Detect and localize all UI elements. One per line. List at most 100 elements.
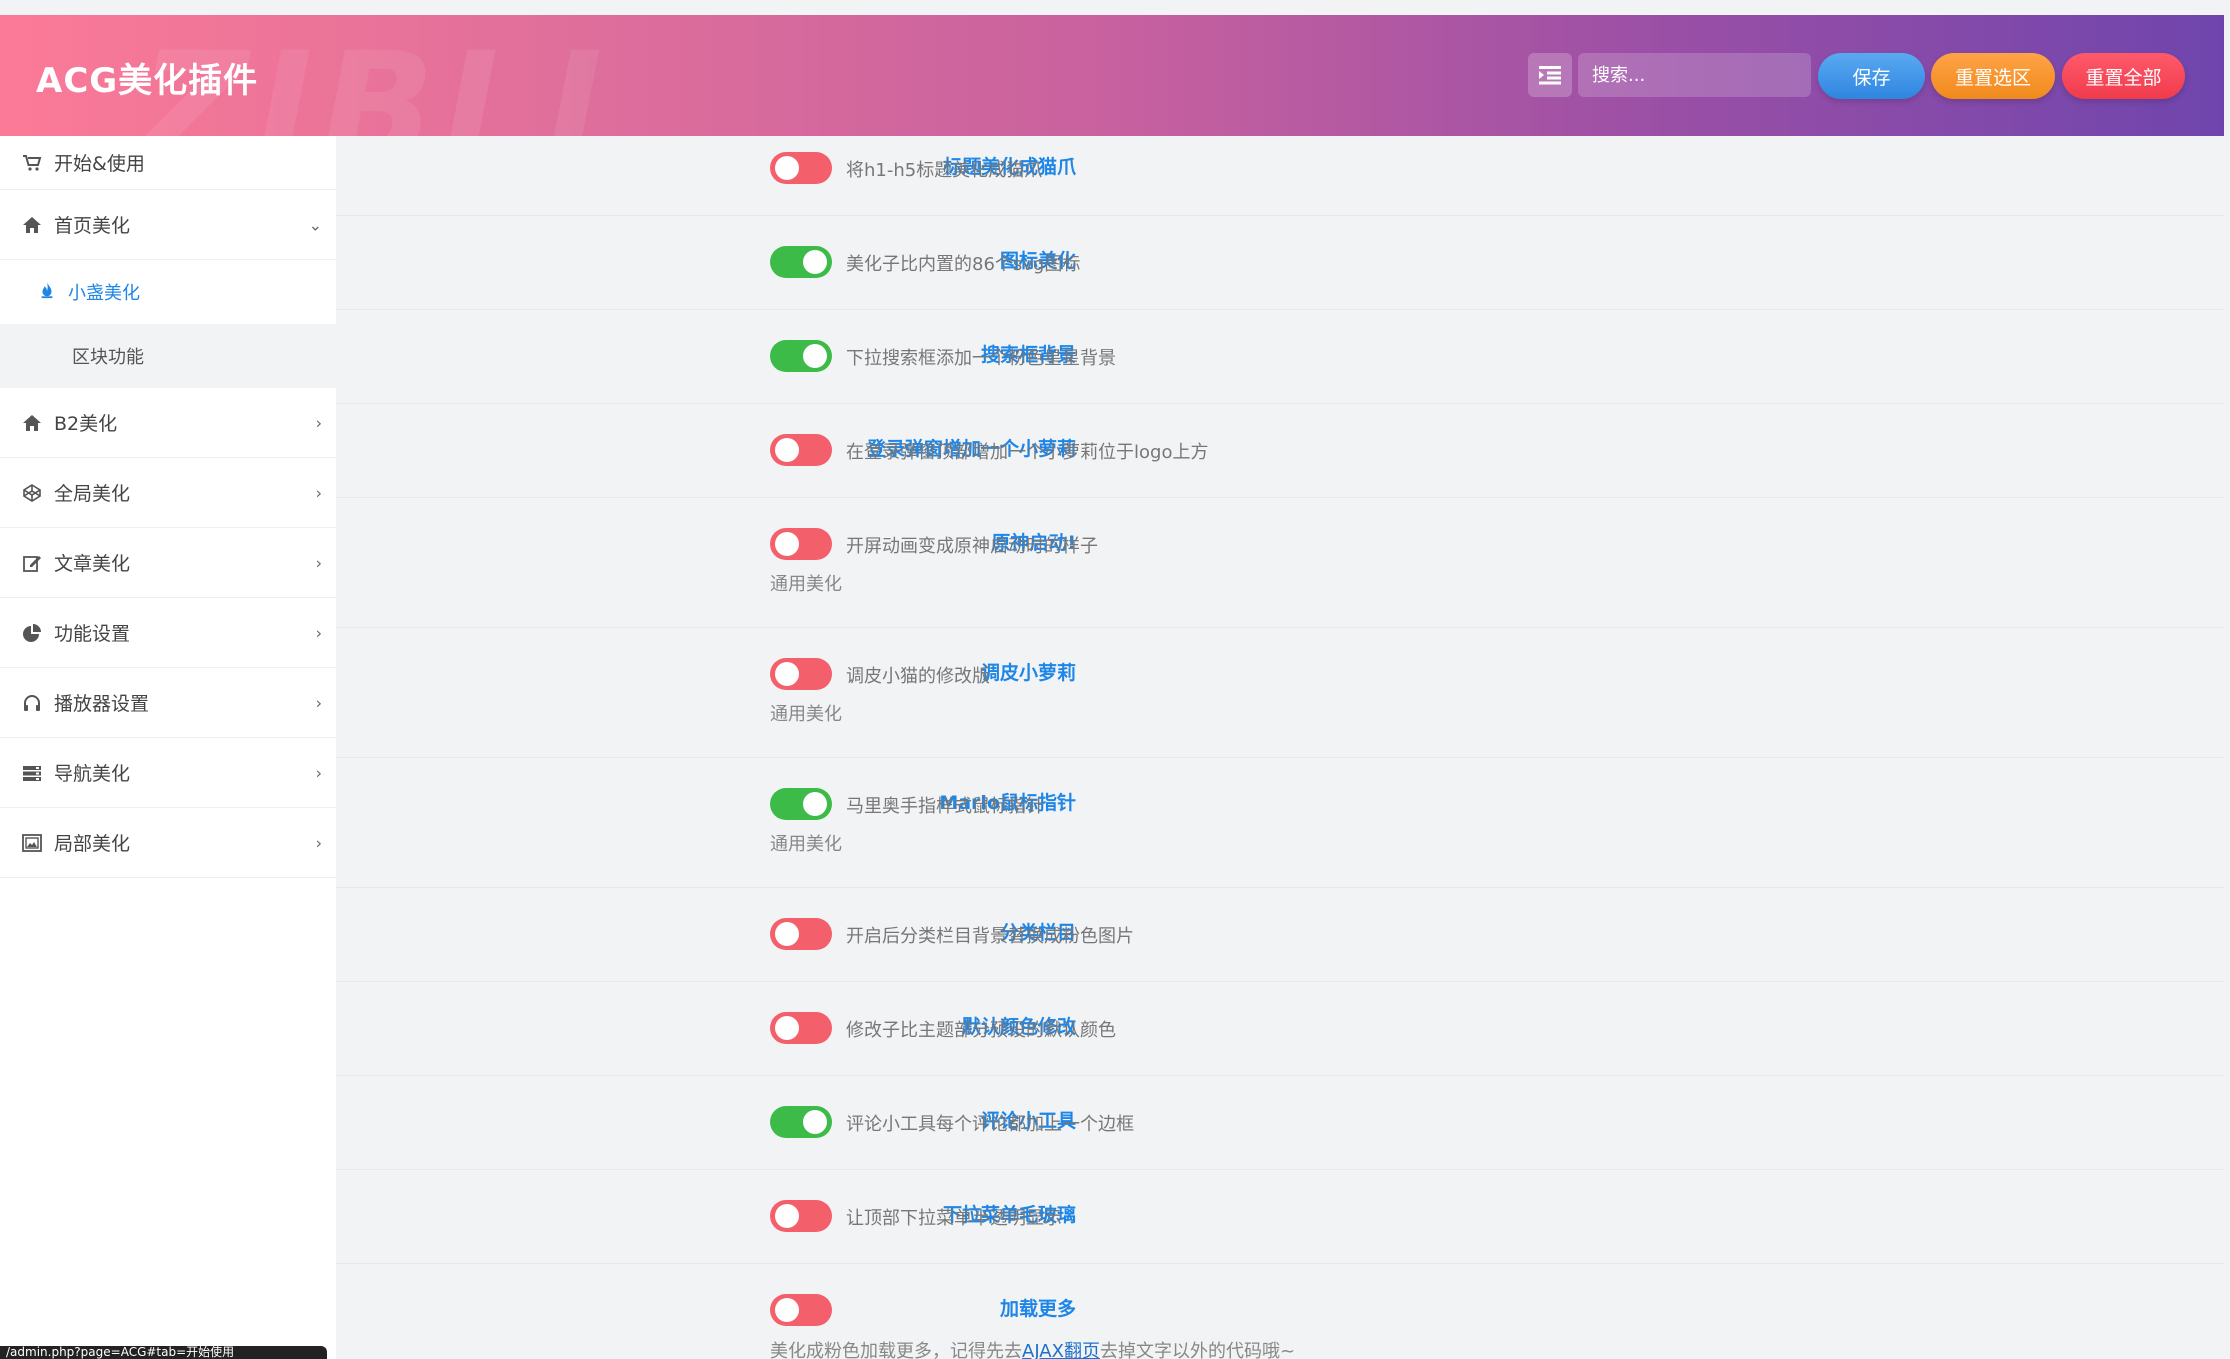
toggle-knob	[775, 922, 799, 946]
headphones-icon	[22, 693, 42, 713]
chevron-right-icon: ›	[315, 763, 322, 782]
sidebar-item-label: 全局美化	[54, 483, 131, 505]
image-frame-icon	[22, 833, 42, 853]
toggle-knob	[803, 792, 827, 816]
browser-status-bar: /admin.php?page=ACG#tab=开始使用	[0, 1346, 327, 1359]
save-button[interactable]: 保存	[1818, 53, 1925, 99]
setting-row: 评论小工具 评论小工具每个评论都加上一个边框	[336, 1076, 2224, 1170]
setting-row: Mario鼠标指针 马里奥手指样式鼠标指针 通用美化	[336, 758, 2224, 888]
pie-chart-icon	[22, 623, 42, 643]
toggle-knob	[775, 532, 799, 556]
sidebar-subitem-block[interactable]: 区块功能	[0, 324, 336, 388]
sidebar-item-nav[interactable]: 导航美化 ›	[0, 738, 336, 808]
toggle-knob	[775, 1016, 799, 1040]
setting-subtext: 通用美化	[770, 574, 842, 595]
setting-desc: 开启后分类栏目背景替换成粉色图片	[846, 926, 1134, 947]
app-header: ZIBLL ACG美化插件 保存 重置选区 重置全部	[0, 15, 2224, 136]
toggle-knob	[775, 438, 799, 462]
sidebar-item-partial[interactable]: 局部美化 ›	[0, 808, 336, 878]
setting-desc: 调皮小猫的修改版	[846, 666, 990, 687]
sidebar: 开始&使用 首页美化 ⌄ 小盏美化 区块功能 B2美化 › 全局美化 › 文章美…	[0, 136, 336, 1359]
setting-row: 下拉菜单毛玻璃 让顶部下拉菜单半透明显示	[336, 1170, 2224, 1264]
sidebar-subitem-xiaozhan[interactable]: 小盏美化	[0, 260, 336, 324]
home-icon	[22, 215, 42, 235]
browser-top-strip	[0, 0, 2230, 15]
setting-row: 图标美化 美化子比内置的86个svg图标	[336, 216, 2224, 310]
list-indent-icon	[1539, 66, 1561, 85]
brand-title: ACG美化插件	[36, 61, 259, 101]
setting-desc: 让顶部下拉菜单半透明显示	[846, 1208, 1062, 1229]
setting-row: 原神启动! 开屏动画变成原神启动时的样子 通用美化	[336, 498, 2224, 628]
sidebar-item-label: 播放器设置	[54, 693, 150, 715]
setting-desc: 马里奥手指样式鼠标指针	[846, 796, 1044, 817]
reset-section-button[interactable]: 重置选区	[1931, 53, 2055, 99]
search-input[interactable]	[1578, 53, 1811, 97]
chevron-right-icon: ›	[315, 483, 322, 502]
sidebar-item-features[interactable]: 功能设置 ›	[0, 598, 336, 668]
setting-desc: 美化子比内置的86个svg图标	[846, 254, 1081, 275]
toggle-knob	[775, 1204, 799, 1228]
toggle-knob	[775, 662, 799, 686]
setting-desc: 修改子比主题部分预设的默认颜色	[846, 1020, 1116, 1041]
setting-row: 登录弹窗增加一个小萝莉 在登录弹窗顶部增加一个小萝莉位于logo上方	[336, 404, 2224, 498]
setting-desc: 将h1-h5标题美化成猫爪	[846, 160, 1043, 181]
toggle-knob	[803, 344, 827, 368]
setting-row: 搜索框背景 下拉搜索框添加一个粉色星星背景	[336, 310, 2224, 404]
setting-desc: 评论小工具每个评论都加上一个边框	[846, 1114, 1134, 1135]
codepen-icon	[22, 483, 42, 503]
setting-subtext: 通用美化	[770, 704, 842, 725]
sidebar-item-global[interactable]: 全局美化 ›	[0, 458, 336, 528]
chevron-down-icon: ⌄	[308, 215, 322, 234]
toggle-switch[interactable]	[770, 1294, 832, 1326]
toggle-switch[interactable]	[770, 788, 832, 820]
sidebar-item-label: 导航美化	[54, 763, 131, 785]
setting-label: 调皮小萝莉	[980, 662, 1076, 684]
home-icon	[22, 413, 42, 433]
setting-subtext: 美化成粉色加载更多，记得先去AJAX翻页去掉文字以外的代码哦~	[770, 1337, 1295, 1359]
toggle-switch[interactable]	[770, 1106, 832, 1138]
toggle-knob	[775, 1298, 799, 1322]
toggle-switch[interactable]	[770, 918, 832, 950]
sidebar-item-label: 局部美化	[54, 833, 131, 855]
sidebar-subitem-label: 区块功能	[72, 347, 144, 368]
toggle-switch[interactable]	[770, 246, 832, 278]
chevron-right-icon: ›	[315, 623, 322, 642]
toggle-switch[interactable]	[770, 528, 832, 560]
toggle-switch[interactable]	[770, 1200, 832, 1232]
server-icon	[22, 763, 42, 783]
toggle-switch[interactable]	[770, 1012, 832, 1044]
setting-row: 分类栏目 开启后分类栏目背景替换成粉色图片	[336, 888, 2224, 982]
sidebar-subitem-label: 小盏美化	[68, 283, 140, 304]
setting-row: 标题美化成猫爪 将h1-h5标题美化成猫爪	[336, 136, 2224, 216]
sidebar-item-label: B2美化	[54, 413, 118, 435]
setting-row: 默认颜色修改 修改子比主题部分预设的默认颜色	[336, 982, 2224, 1076]
chevron-right-icon: ›	[315, 553, 322, 572]
settings-panel: 标题美化成猫爪 将h1-h5标题美化成猫爪 图标美化 美化子比内置的86个svg…	[336, 136, 2224, 1359]
sidebar-item-b2[interactable]: B2美化 ›	[0, 388, 336, 458]
menu-toggle-button[interactable]	[1528, 53, 1572, 97]
sidebar-item-label: 文章美化	[54, 553, 131, 575]
ajax-pagination-link[interactable]: AJAX翻页	[1022, 1341, 1100, 1359]
toggle-switch[interactable]	[770, 658, 832, 690]
sidebar-item-label: 首页美化	[54, 215, 131, 237]
sidebar-item-home[interactable]: 首页美化 ⌄	[0, 190, 336, 260]
cart-icon	[22, 153, 42, 173]
edit-icon	[22, 553, 42, 573]
toggle-switch[interactable]	[770, 434, 832, 466]
toggle-knob	[803, 250, 827, 274]
subtext-before: 美化成粉色加载更多，记得先去	[770, 1341, 1022, 1359]
toggle-switch[interactable]	[770, 340, 832, 372]
setting-row: 调皮小萝莉 调皮小猫的修改版 通用美化	[336, 628, 2224, 758]
setting-label: 加载更多	[999, 1298, 1076, 1320]
subtext-after: 去掉文字以外的代码哦~	[1099, 1341, 1296, 1359]
chevron-right-icon: ›	[315, 413, 322, 432]
setting-desc: 下拉搜索框添加一个粉色星星背景	[846, 348, 1116, 369]
sidebar-item-label: 功能设置	[54, 623, 131, 645]
reset-all-button[interactable]: 重置全部	[2062, 53, 2185, 99]
toggle-knob	[803, 1110, 827, 1134]
sidebar-item-player[interactable]: 播放器设置 ›	[0, 668, 336, 738]
sidebar-item-start[interactable]: 开始&使用	[0, 136, 336, 190]
toggle-switch[interactable]	[770, 152, 832, 184]
sidebar-item-article[interactable]: 文章美化 ›	[0, 528, 336, 598]
chevron-right-icon: ›	[315, 833, 322, 852]
